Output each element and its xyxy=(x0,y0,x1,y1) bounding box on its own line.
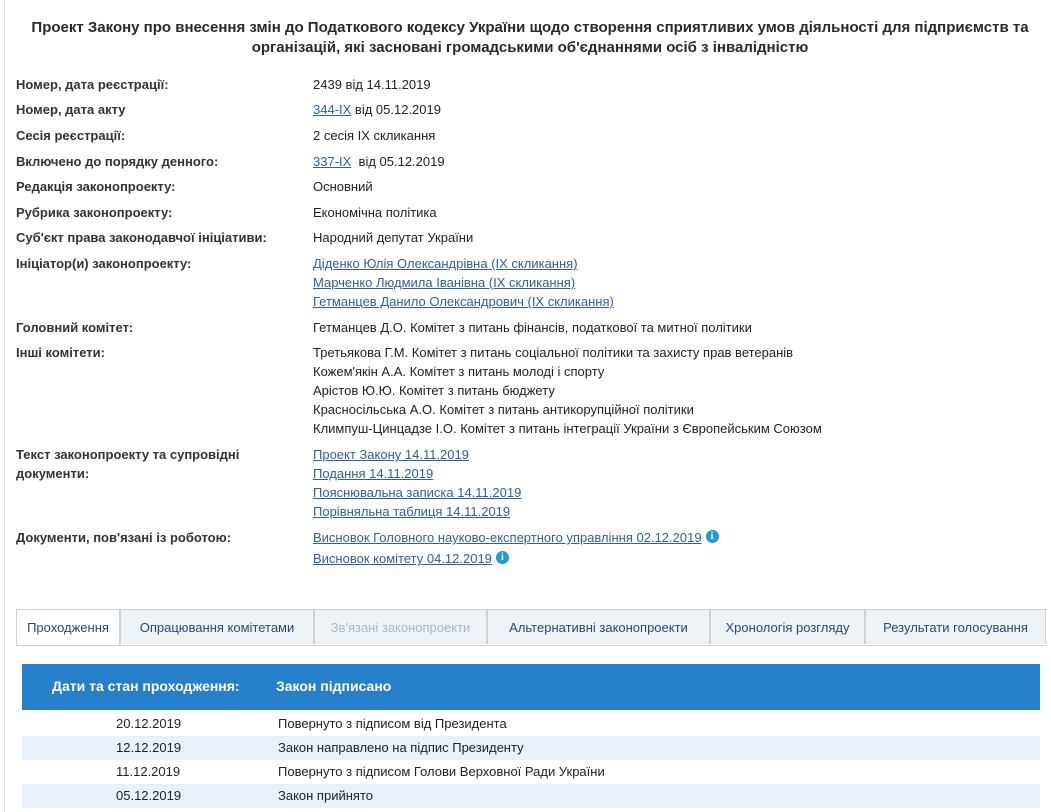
tab-chronology[interactable]: Хронологія розгляду xyxy=(710,609,865,644)
field-label: Рубрика законопроекту: xyxy=(16,205,173,220)
tab-committee-processing[interactable]: Опрацювання комітетами xyxy=(120,609,314,644)
page-title-line-2: організацій, які засновані громадськими … xyxy=(251,39,809,56)
tab-alternative-bills[interactable]: Альтернативні законопроекти xyxy=(487,609,710,644)
status-header: Дати та стан проходження: Закон підписан… xyxy=(22,664,1040,710)
committee-item: Климпуш-Цинцадзе І.О. Комітет з питань і… xyxy=(313,421,822,436)
info-icon[interactable]: i xyxy=(705,530,719,543)
field-value: Основний xyxy=(313,179,373,194)
page-title: Проект Закону про внесення змін до Подат… xyxy=(10,18,1050,58)
committee-item: Красносільська А.О. Комітет з питань ант… xyxy=(313,402,694,417)
field-label: Сесія реєстрації: xyxy=(16,128,126,143)
field-label: Текст законопроекту та супровідні докуме… xyxy=(16,445,301,483)
page-title-line-1: Проект Закону про внесення змін до Подат… xyxy=(31,19,1029,36)
field-label: Номер, дата акту xyxy=(16,102,126,117)
tab-passage[interactable]: Проходження xyxy=(16,609,120,645)
field-value: 344-IX від 05.12.2019 xyxy=(313,100,441,119)
field-label: Головний комітет: xyxy=(16,320,134,335)
texts-list: Проект Закону 14.11.2019 Подання 14.11.2… xyxy=(313,445,521,521)
other-committees-list: Третьякова Г.М. Комітет з питань соціаль… xyxy=(313,343,822,438)
committee-item: Кожем'якін А.А. Комітет з питань молоді … xyxy=(313,364,605,379)
agenda-date: від 05.12.2019 xyxy=(351,154,445,169)
field-label: Документи, пов'язані із роботою: xyxy=(16,530,232,545)
field-value: 337-IX від 05.12.2019 xyxy=(313,152,445,171)
field-value: Економічна політика xyxy=(313,205,437,220)
committee-item: Третьякова Г.М. Комітет з питань соціаль… xyxy=(313,345,794,360)
field-value: 2 сесія IX скликання xyxy=(313,128,436,143)
initiator-link[interactable]: Марченко Людмила Іванівна (IX скликання) xyxy=(313,275,575,290)
document-link[interactable]: Висновок Головного науково-експертного у… xyxy=(313,530,702,545)
tab-voting-results[interactable]: Результати голосування xyxy=(865,609,1046,644)
history-row: 11.12.2019 Повернуто з підписом Голови В… xyxy=(22,760,1040,784)
act-link[interactable]: 344-IX xyxy=(313,102,351,117)
field-label: Інші комітети: xyxy=(16,345,105,360)
history-event: Повернуто з підписом від Президента xyxy=(278,716,507,731)
initiators-list: Діденко Юлія Олександрівна (IX скликання… xyxy=(313,254,614,311)
field-label: Номер, дата реєстрації: xyxy=(16,77,169,92)
history-row: 05.12.2019 Закон прийнято xyxy=(22,784,1040,808)
history-row: 20.12.2019 Повернуто з підписом від През… xyxy=(22,712,1040,736)
initiator-link[interactable]: Діденко Юлія Олександрівна (IX скликання… xyxy=(313,256,578,271)
field-label: Суб'єкт права законодавчої ініціативи: xyxy=(16,230,267,245)
history-date: 05.12.2019 xyxy=(116,788,182,803)
act-date: від 05.12.2019 xyxy=(351,102,441,117)
history-event: Повернуто з підписом Голови Верховної Ра… xyxy=(278,764,605,779)
field-label: Включено до порядку денного: xyxy=(16,154,219,169)
history-row: 12.12.2019 Закон направлено на підпис Пр… xyxy=(22,736,1040,760)
history-date: 11.12.2019 xyxy=(116,764,181,779)
history-date: 20.12.2019 xyxy=(116,716,182,731)
field-label-line: документи: xyxy=(16,466,90,481)
history-date: 12.12.2019 xyxy=(116,740,182,755)
document-link[interactable]: Висновок комітету 04.12.2019 xyxy=(313,551,492,566)
docs-list: Висновок Головного науково-експертного у… xyxy=(313,528,719,570)
history-event: Закон направлено на підпис Президенту xyxy=(278,740,524,755)
field-label: Ініціатор(и) законопроекту: xyxy=(16,256,192,271)
agenda-link[interactable]: 337-IX xyxy=(313,154,351,169)
info-icon[interactable]: i xyxy=(495,551,509,564)
document-link[interactable]: Подання 14.11.2019 xyxy=(313,466,433,481)
tab-related-bills[interactable]: Зв'язані законопроекти xyxy=(314,609,487,644)
initiator-link[interactable]: Гетманцев Данило Олександрович (IX склик… xyxy=(313,294,614,309)
field-value: Народний депутат України xyxy=(313,230,474,245)
field-value: 2439 від 14.11.2019 xyxy=(313,77,431,92)
status-label: Дати та стан проходження: xyxy=(52,678,240,694)
committee-item: Арістов Ю.Ю. Комітет з питань бюджету xyxy=(313,383,555,398)
field-label-line: Текст законопроекту та супровідні xyxy=(16,447,240,462)
document-link[interactable]: Пояснювальна записка 14.11.2019 xyxy=(313,485,521,500)
document-link[interactable]: Проект Закону 14.11.2019 xyxy=(313,447,469,462)
field-label: Редакція законопроекту: xyxy=(16,179,176,194)
tab-bar: Проходження Опрацювання комітетами Зв'яз… xyxy=(16,609,1046,646)
field-value: Гетманцев Д.О. Комітет з питань фінансів… xyxy=(313,320,752,335)
history-event: Закон прийнято xyxy=(278,788,373,803)
status-value: Закон підписано xyxy=(276,678,392,694)
document-link[interactable]: Порівняльна таблиця 14.11.2019 xyxy=(313,504,510,519)
